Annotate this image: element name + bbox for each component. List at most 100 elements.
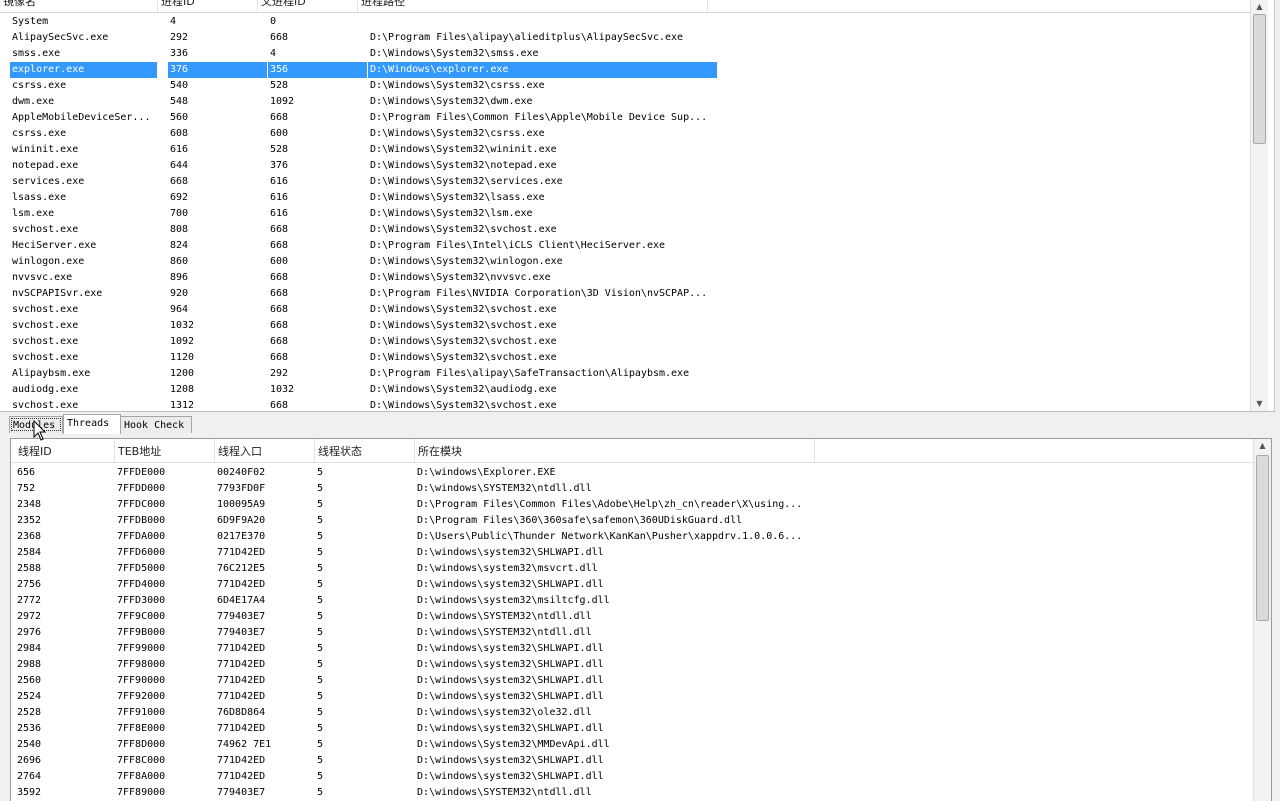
thread-entry-cell: 00240F02	[217, 467, 266, 478]
thread-list[interactable]: 线程ID TEB地址 线程入口 线程状态 所在模块 656 7FFDE000 002…	[10, 438, 1272, 801]
thread-row[interactable]: 2988 7FF98000 771D42ED 5 D:\windows\system32…	[11, 657, 1267, 673]
column-header-path[interactable]: 进程路径	[358, 0, 708, 12]
thread-entry-cell: 6D4E17A4	[217, 595, 266, 606]
path-cell: D:\Program Files\Intel\iCLS Client\HeciS…	[370, 240, 666, 251]
scrollbar-thumb[interactable]	[1256, 455, 1269, 621]
module-cell: D:\windows\system32\SHLWAPI.dll	[417, 755, 604, 766]
thread-row[interactable]: 2972 7FF9C000 779403E7 5 D:\windows\SYSTEM32…	[11, 609, 1267, 625]
teb-address-cell: 7FF8E000	[117, 723, 166, 734]
module-cell: D:\windows\SYSTEM32\ntdll.dll	[417, 787, 592, 798]
module-cell: D:\windows\system32\SHLWAPI.dll	[417, 659, 604, 670]
scroll-up-icon[interactable]: ▲	[1254, 439, 1271, 453]
thread-id-cell: 2584	[17, 547, 42, 558]
column-header-image-name[interactable]: 镜像名	[0, 0, 158, 12]
parent-pid-cell: 668	[270, 288, 289, 299]
process-row[interactable]: System 4 0	[0, 14, 1256, 30]
thread-row[interactable]: 2756 7FFD4000 771D42ED 5 D:\windows\system32…	[11, 577, 1267, 593]
thread-row[interactable]: 3592 7FF89000 779403E7 5 D:\windows\SYSTEM32…	[11, 785, 1267, 801]
process-row[interactable]: csrss.exe 540 528 D:\Windows\System32\csrss…	[0, 78, 1256, 94]
column-header-thread-entry[interactable]: 线程入口	[215, 439, 315, 462]
parent-pid-cell: 600	[270, 128, 289, 139]
process-list[interactable]: 镜像名 进程ID 父进程ID 进程路径 System 4 0 AlipaySecSvc…	[0, 0, 1275, 412]
pid-cell: 292	[170, 32, 189, 43]
process-list-scrollbar[interactable]: ▲ ▼	[1250, 0, 1268, 411]
column-header-module[interactable]: 所在模块	[415, 439, 815, 462]
parent-pid-cell: 668	[270, 352, 289, 363]
process-row[interactable]: dwm.exe 548 1092 D:\Windows\System32\dwm.ex…	[0, 94, 1256, 110]
thread-row[interactable]: 2536 7FF8E000 771D42ED 5 D:\windows\system32…	[11, 721, 1267, 737]
tab-hook-check[interactable]: Hook Check	[120, 416, 192, 433]
image-name-cell: HeciServer.exe	[12, 240, 97, 251]
process-row[interactable]: svchost.exe 1032 668 D:\Windows\System32\sv…	[0, 318, 1256, 334]
image-name-cell: winlogon.exe	[12, 256, 85, 267]
teb-address-cell: 7FF98000	[117, 659, 166, 670]
process-row[interactable]: Alipaybsm.exe 1200 292 D:\Program Files\ali…	[0, 366, 1256, 382]
thread-row[interactable]: 752 7FFDD000 7793FD0F 5 D:\windows\SYSTEM32\…	[11, 481, 1267, 497]
process-row[interactable]: AlipaySecSvc.exe 292 668 D:\Program Files\a…	[0, 30, 1256, 46]
process-row[interactable]: csrss.exe 608 600 D:\Windows\System32\csrss…	[0, 126, 1256, 142]
tab-threads[interactable]: Threads	[63, 414, 121, 434]
thread-row[interactable]: 2976 7FF9B000 779403E7 5 D:\windows\SYSTEM32…	[11, 625, 1267, 641]
thread-row[interactable]: 2368 7FFDA000 0217E370 5 D:\Users\Public\Thu…	[11, 529, 1267, 545]
path-cell: D:\Windows\System32\csrss.exe	[370, 80, 545, 91]
thread-row[interactable]: 2772 7FFD3000 6D4E17A4 5 D:\windows\system32…	[11, 593, 1267, 609]
thread-row[interactable]: 2696 7FF8C000 771D42ED 5 D:\windows\system32…	[11, 753, 1267, 769]
process-row[interactable]: HeciServer.exe 824 668 D:\Program Files\Int…	[0, 238, 1256, 254]
thread-entry-cell: 771D42ED	[217, 659, 266, 670]
path-cell: D:\Windows\explorer.exe	[368, 62, 718, 78]
process-row[interactable]: svchost.exe 964 668 D:\Windows\System32\svc…	[0, 302, 1256, 318]
thread-row[interactable]: 2764 7FF8A000 771D42ED 5 D:\windows\system32…	[11, 769, 1267, 785]
process-row[interactable]: winlogon.exe 860 600 D:\Windows\System32\wi…	[0, 254, 1256, 270]
thread-row[interactable]: 2584 7FFD6000 771D42ED 5 D:\windows\system32…	[11, 545, 1267, 561]
thread-state-cell: 5	[317, 739, 324, 750]
process-row[interactable]: notepad.exe 644 376 D:\Windows\System32\not…	[0, 158, 1256, 174]
path-cell: D:\Program Files\alipay\alieditplus\Alip…	[370, 32, 684, 43]
parent-pid-cell: 668	[270, 32, 289, 43]
process-row[interactable]: wininit.exe 616 528 D:\Windows\System32\win…	[0, 142, 1256, 158]
path-cell: D:\Windows\System32\svchost.exe	[370, 352, 557, 363]
thread-row[interactable]: 2560 7FF90000 771D42ED 5 D:\windows\system32…	[11, 673, 1267, 689]
thread-entry-cell: 74962 7E1	[217, 739, 272, 750]
column-header-thread-id[interactable]: 线程ID	[15, 439, 115, 462]
process-row[interactable]: svchost.exe 808 668 D:\Windows\System32\svc…	[0, 222, 1256, 238]
thread-row[interactable]: 2528 7FF91000 76D8D864 5 D:\windows\system32…	[11, 705, 1267, 721]
scroll-down-icon[interactable]: ▼	[1251, 397, 1268, 411]
image-name-cell: svchost.exe	[12, 336, 79, 347]
column-header-teb-address[interactable]: TEB地址	[115, 439, 215, 462]
process-row[interactable]: svchost.exe 1092 668 D:\Windows\System32\sv…	[0, 334, 1256, 350]
process-row[interactable]: AppleMobileDeviceSer... 560 668 D:\Program …	[0, 110, 1256, 126]
process-row[interactable]: svchost.exe 1312 668 D:\Windows\System32\sv…	[0, 398, 1256, 411]
scroll-up-icon[interactable]: ▲	[1251, 0, 1268, 14]
process-row[interactable]: audiodg.exe 1208 1032 D:\Windows\System32\a…	[0, 382, 1256, 398]
thread-row[interactable]: 2524 7FF92000 771D42ED 5 D:\windows\system32…	[11, 689, 1267, 705]
column-header-parent-pid[interactable]: 父进程ID	[258, 0, 358, 12]
thread-row[interactable]: 2540 7FF8D000 74962 7E1 5 D:\windows\System3…	[11, 737, 1267, 753]
teb-address-cell: 7FF8A000	[117, 771, 166, 782]
thread-row[interactable]: 2348 7FFDC000 100095A9 5 D:\Program Files\Co…	[11, 497, 1267, 513]
column-header-thread-state[interactable]: 线程状态	[315, 439, 415, 462]
pid-cell: 668	[170, 176, 189, 187]
process-row[interactable]: nvSCPAPISvr.exe 920 668 D:\Program Files\NV…	[0, 286, 1256, 302]
process-row[interactable]: lsm.exe 700 616 D:\Windows\System32\lsm.exe	[0, 206, 1256, 222]
thread-id-cell: 2972	[17, 611, 42, 622]
parent-pid-cell: 616	[270, 176, 289, 187]
parent-pid-cell: 668	[270, 272, 289, 283]
thread-row[interactable]: 2984 7FF99000 771D42ED 5 D:\windows\system32…	[11, 641, 1267, 657]
process-row[interactable]: smss.exe 336 4 D:\Windows\System32\smss.exe	[0, 46, 1256, 62]
scrollbar-thumb[interactable]	[1253, 14, 1266, 144]
thread-list-scrollbar[interactable]: ▲	[1253, 439, 1271, 801]
thread-row[interactable]: 2352 7FFDB000 6D9F9A20 5 D:\Program Files\36…	[11, 513, 1267, 529]
process-row[interactable]: explorer.exe 376 356 D:\Windows\explorer.ex…	[0, 62, 1256, 78]
thread-row[interactable]: 656 7FFDE000 00240F02 5 D:\windows\Explorer.…	[11, 465, 1267, 481]
process-row[interactable]: services.exe 668 616 D:\Windows\System32\se…	[0, 174, 1256, 190]
process-row[interactable]: svchost.exe 1120 668 D:\Windows\System32\sv…	[0, 350, 1256, 366]
process-row[interactable]: lsass.exe 692 616 D:\Windows\System32\lsass…	[0, 190, 1256, 206]
column-header-pid[interactable]: 进程ID	[158, 0, 258, 12]
path-cell: D:\Windows\System32\winlogon.exe	[370, 256, 563, 267]
thread-id-cell: 2560	[17, 675, 42, 686]
thread-row[interactable]: 2588 7FFD5000 76C212E5 5 D:\windows\system32…	[11, 561, 1267, 577]
process-row[interactable]: nvvsvc.exe 896 668 D:\Windows\System32\nvvs…	[0, 270, 1256, 286]
pid-cell: 548	[170, 96, 189, 107]
teb-address-cell: 7FFDC000	[117, 499, 166, 510]
path-cell: D:\Windows\System32\dwm.exe	[370, 96, 533, 107]
